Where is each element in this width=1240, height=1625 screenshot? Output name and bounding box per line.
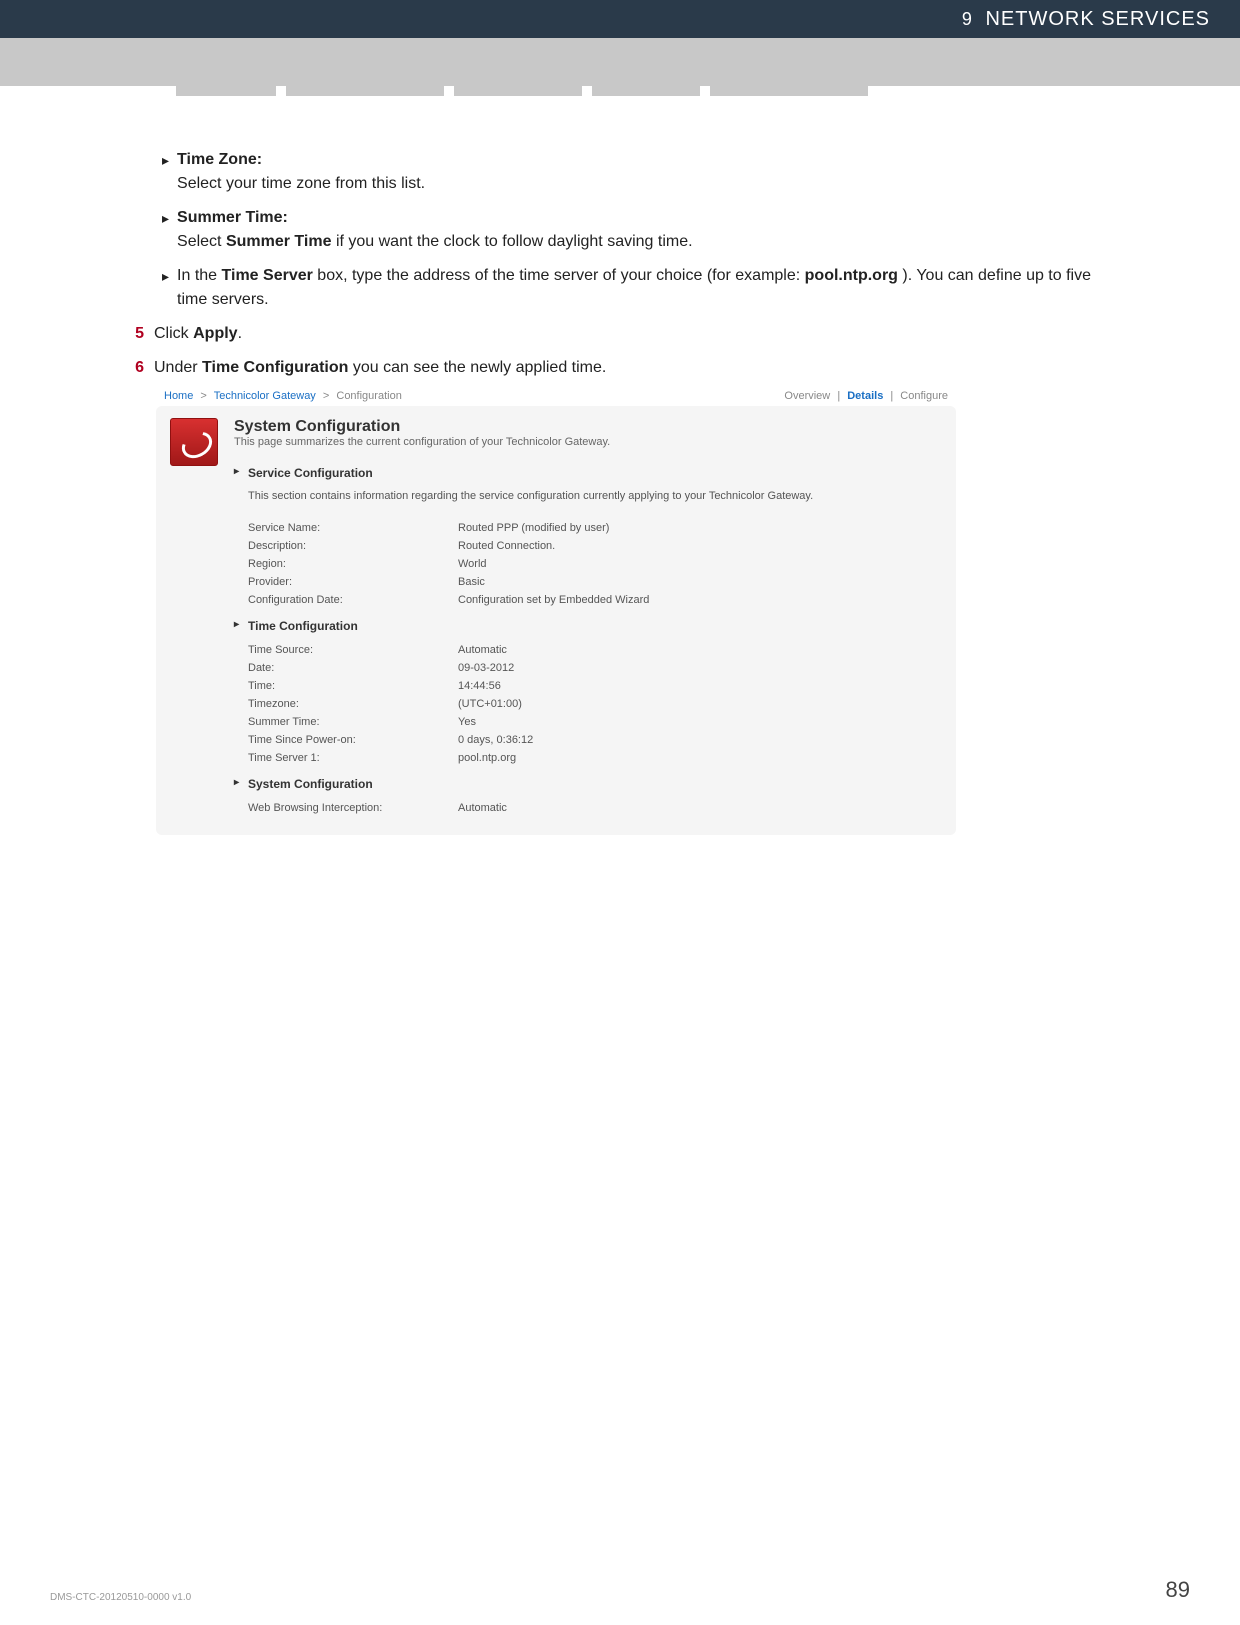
step-number: 5 bbox=[120, 322, 144, 346]
kv-key: Service Name: bbox=[248, 522, 458, 534]
step-6: 6 Under Time Configuration you can see t… bbox=[120, 356, 1120, 380]
page-subtitle: This page summarizes the current configu… bbox=[234, 436, 942, 448]
tab-details-active[interactable]: Details bbox=[847, 390, 883, 402]
kv-value: Basic bbox=[458, 576, 942, 588]
text: Click bbox=[154, 325, 193, 342]
kv-key: Summer Time: bbox=[248, 716, 458, 728]
kv-value: 0 days, 0:36:12 bbox=[458, 734, 942, 746]
bullet-title: Time Zone: bbox=[177, 151, 262, 168]
tab-sep: | bbox=[890, 390, 893, 402]
kv-value: Routed Connection. bbox=[458, 540, 942, 552]
text-bold: Time Server bbox=[222, 267, 313, 284]
kv-row: Web Browsing Interception:Automatic bbox=[248, 799, 942, 817]
kv-row: Time Since Power-on:0 days, 0:36:12 bbox=[248, 731, 942, 749]
tab-placeholder bbox=[286, 76, 444, 96]
crumb-sep: > bbox=[200, 390, 206, 402]
page-number: 89 bbox=[1166, 1577, 1190, 1603]
doc-id: DMS-CTC-20120510-0000 v1.0 bbox=[50, 1592, 191, 1603]
kv-value: Configuration set by Embedded Wizard bbox=[458, 594, 942, 606]
kv-row: Configuration Date:Configuration set by … bbox=[248, 591, 942, 609]
kv-value: pool.ntp.org bbox=[458, 752, 942, 764]
kv-value: Automatic bbox=[458, 644, 942, 656]
kv-row: Timezone:(UTC+01:00) bbox=[248, 695, 942, 713]
time-config-table: Time Source:AutomaticDate:09-03-2012Time… bbox=[248, 641, 942, 767]
kv-value: 09-03-2012 bbox=[458, 662, 942, 674]
text: if you want the clock to follow daylight… bbox=[336, 233, 693, 250]
kv-row: Service Name:Routed PPP (modified by use… bbox=[248, 519, 942, 537]
text: . bbox=[238, 325, 242, 342]
section-system-config[interactable]: System Configuration bbox=[234, 777, 942, 791]
kv-key: Configuration Date: bbox=[248, 594, 458, 606]
text-bold: Apply bbox=[193, 325, 237, 342]
tab-overview[interactable]: Overview bbox=[784, 390, 830, 402]
kv-row: Summer Time:Yes bbox=[248, 713, 942, 731]
text-bold: pool.ntp.org bbox=[805, 267, 898, 284]
kv-value: Routed PPP (modified by user) bbox=[458, 522, 942, 534]
kv-key: Time Since Power-on: bbox=[248, 734, 458, 746]
page-footer: DMS-CTC-20120510-0000 v1.0 89 bbox=[50, 1577, 1190, 1603]
breadcrumb-bar: Home > Technicolor Gateway > Configurati… bbox=[156, 386, 956, 406]
crumb-home[interactable]: Home bbox=[164, 390, 193, 402]
tab-configure[interactable]: Configure bbox=[900, 390, 948, 402]
kv-row: Provider:Basic bbox=[248, 573, 942, 591]
kv-value: World bbox=[458, 558, 942, 570]
text: Under bbox=[154, 359, 202, 376]
kv-row: Time Server 1:pool.ntp.org bbox=[248, 749, 942, 767]
chapter-header: 9 NETWORK SERVICES bbox=[0, 0, 1240, 38]
kv-row: Region:World bbox=[248, 555, 942, 573]
text-bold: Summer Time bbox=[226, 233, 332, 250]
tab-placeholder bbox=[176, 76, 276, 96]
tab-placeholder bbox=[592, 76, 700, 96]
step-5: 5 Click Apply. bbox=[120, 322, 1120, 346]
triangle-right-icon: ▸ bbox=[162, 150, 169, 196]
bullet-title: Summer Time: bbox=[177, 209, 288, 226]
tab-strip bbox=[0, 76, 1240, 96]
kv-key: Time Server 1: bbox=[248, 752, 458, 764]
gateway-icon bbox=[170, 418, 218, 466]
chapter-number: 9 bbox=[962, 9, 973, 29]
kv-value: 14:44:56 bbox=[458, 680, 942, 692]
crumb-sep: > bbox=[323, 390, 329, 402]
kv-value: Yes bbox=[458, 716, 942, 728]
bullet-desc: Select your time zone from this list. bbox=[177, 175, 425, 192]
service-config-table: Service Name:Routed PPP (modified by use… bbox=[248, 519, 942, 609]
tab-placeholder bbox=[710, 76, 868, 96]
bullet-summer-time: ▸ Summer Time: Select Summer Time if you… bbox=[162, 206, 1120, 254]
kv-key: Timezone: bbox=[248, 698, 458, 710]
step-number: 6 bbox=[120, 356, 144, 380]
system-config-table: Web Browsing Interception:Automatic bbox=[248, 799, 942, 817]
kv-key: Region: bbox=[248, 558, 458, 570]
kv-key: Time Source: bbox=[248, 644, 458, 656]
kv-row: Description:Routed Connection. bbox=[248, 537, 942, 555]
kv-key: Date: bbox=[248, 662, 458, 674]
kv-key: Web Browsing Interception: bbox=[248, 802, 458, 814]
text: you can see the newly applied time. bbox=[348, 359, 606, 376]
text: box, type the address of the time server… bbox=[317, 267, 804, 284]
tab-sep: | bbox=[837, 390, 840, 402]
page-title: System Configuration bbox=[234, 418, 942, 436]
text: Select bbox=[177, 233, 226, 250]
chapter-title: NETWORK SERVICES bbox=[985, 8, 1210, 30]
kv-key: Time: bbox=[248, 680, 458, 692]
crumb-gateway[interactable]: Technicolor Gateway bbox=[214, 390, 316, 402]
tab-placeholder bbox=[454, 76, 582, 96]
kv-key: Provider: bbox=[248, 576, 458, 588]
kv-value: Automatic bbox=[458, 802, 942, 814]
text: In the bbox=[177, 267, 221, 284]
triangle-right-icon: ▸ bbox=[162, 266, 169, 312]
kv-row: Time Source:Automatic bbox=[248, 641, 942, 659]
kv-value: (UTC+01:00) bbox=[458, 698, 942, 710]
triangle-right-icon: ▸ bbox=[162, 208, 169, 254]
crumb-current: Configuration bbox=[336, 390, 401, 402]
kv-key: Description: bbox=[248, 540, 458, 552]
embedded-screenshot: Home > Technicolor Gateway > Configurati… bbox=[156, 386, 956, 835]
bullet-time-zone: ▸ Time Zone: Select your time zone from … bbox=[162, 148, 1120, 196]
kv-row: Time:14:44:56 bbox=[248, 677, 942, 695]
text-bold: Time Configuration bbox=[202, 359, 348, 376]
section-time-config[interactable]: Time Configuration bbox=[234, 619, 942, 633]
section-service-config[interactable]: Service Configuration bbox=[234, 466, 942, 480]
section-desc: This section contains information regard… bbox=[248, 488, 942, 505]
kv-row: Date:09-03-2012 bbox=[248, 659, 942, 677]
bullet-time-server: ▸ In the Time Server box, type the addre… bbox=[162, 264, 1120, 312]
